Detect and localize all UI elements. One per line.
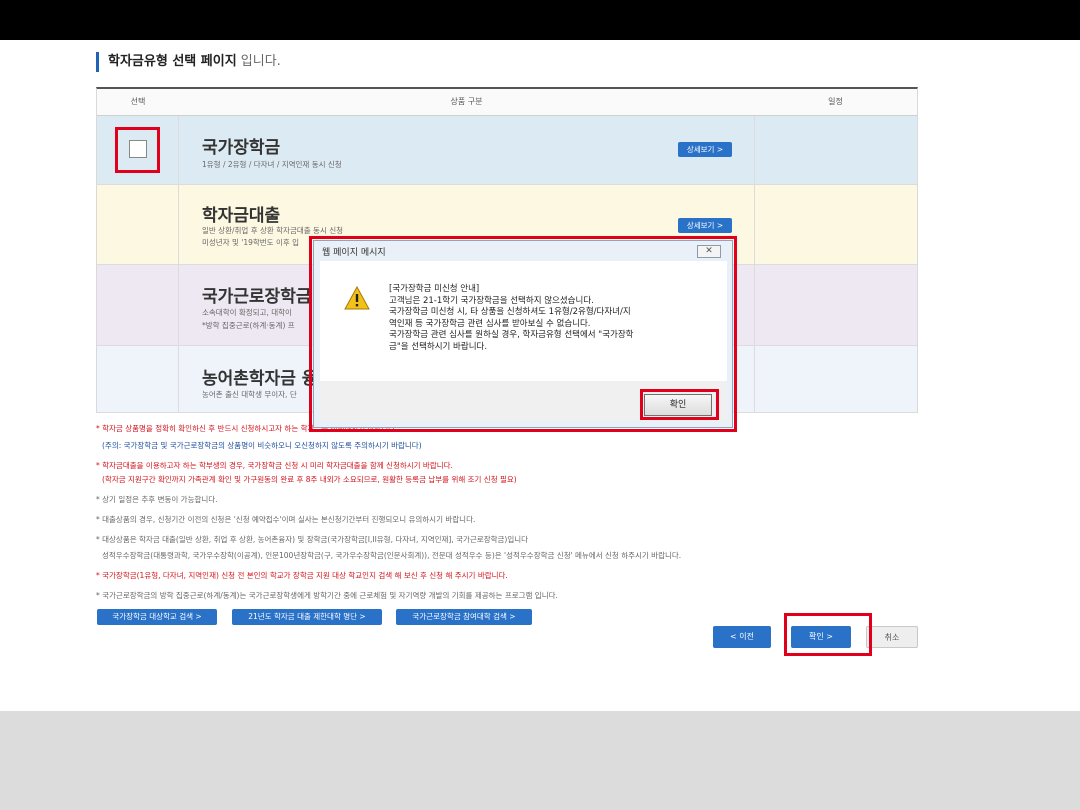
header-schedule: 일정 (828, 97, 843, 106)
note-1b: (주의: 국가장학금 및 국가근로장학금의 상품명이 비슷하오니 오신청하지 않… (102, 441, 422, 450)
note-2b: (학자금 지원구간 확인까지 가족관계 확인 및 가구원동의 완료 후 8주 내… (102, 475, 517, 484)
table-header: 선택 상품 구분 일정 (97, 89, 917, 116)
schedule-cell (754, 346, 917, 412)
scholarship-school-search-button[interactable]: 국가장학금 대상학교 검색 > (97, 609, 217, 625)
note-5: * 대상상품은 학자금 대출(일반 상환, 취업 후 상환, 농어촌융자) 및 … (96, 535, 529, 544)
schedule-cell (754, 265, 917, 345)
note-3: * 상기 일정은 추후 변동이 가능합니다. (96, 495, 218, 504)
highlight-checkbox (115, 127, 160, 173)
product-subtitle: 농어촌 출신 대학생 무이자, 단 (202, 390, 297, 399)
note-2: * 학자금대출을 이용하고자 하는 학부생의 경우, 국가장학금 신청 시 미리… (96, 461, 453, 470)
page-title: 학자금유형 선택 페이지 입니다. (96, 52, 281, 72)
select-cell (97, 346, 179, 412)
cancel-button[interactable]: 취소 (866, 626, 918, 648)
page-title-rest: 입니다. (236, 54, 281, 69)
detail-button[interactable]: 상세보기 > (678, 218, 732, 233)
product-subtitle: 1유형 / 2유형 / 다자녀 / 지역인재 동시 신청 (202, 160, 342, 169)
table-row-national-scholarship: 국가장학금 1유형 / 2유형 / 다자녀 / 지역인재 동시 신청 상세보기 … (97, 116, 917, 185)
product-subtitle-2: *방학 집중근로(하계·동계) 프 (202, 321, 295, 330)
highlight-dialog-ok (640, 389, 719, 420)
bottom-gray-bar (0, 711, 1080, 810)
loan-restricted-list-button[interactable]: 21년도 학자금 대출 제한대학 명단 > (232, 609, 382, 625)
select-cell (97, 185, 179, 264)
product-title: 국가장학금 (202, 138, 281, 158)
product-title: 농어촌학자금 융 (202, 369, 318, 389)
detail-button[interactable]: 상세보기 > (678, 142, 732, 157)
page-title-bold: 학자금유형 선택 페이지 (108, 54, 237, 69)
note-5b: 성적우수장학금(대통령과학, 국가우수장학(이공계), 인문100년장학금(구,… (102, 551, 682, 560)
schedule-cell (754, 116, 917, 184)
note-6: * 국가장학금(1유형, 다자녀, 지역인재) 신청 전 본인의 학교가 장학금… (96, 571, 508, 580)
header-product: 상품 구분 (450, 97, 483, 106)
product-subtitle-2: 미성년자 및 '19학번도 이후 입 (202, 238, 300, 247)
select-cell (97, 265, 179, 345)
top-black-bar (0, 0, 1080, 40)
note-4: * 대출상품의 경우, 신청기간 이전의 신청은 '신청 예약접수'이며 실사는… (96, 515, 476, 524)
product-title: 국가근로장학금 (202, 287, 312, 307)
work-scholarship-school-search-button[interactable]: 국가근로장학금 참여대학 검색 > (396, 609, 532, 625)
schedule-cell (754, 185, 917, 264)
highlight-confirm-button (784, 613, 872, 656)
product-subtitle: 소속대학이 확정되고, 대학이 (202, 308, 292, 317)
note-7: * 국가근로장학금의 방학 집중근로(하계/동계)는 국가근로장학생에게 방학기… (96, 591, 558, 600)
header-select: 선택 (130, 97, 146, 106)
product-title: 학자금대출 (202, 206, 281, 226)
prev-button[interactable]: < 이전 (713, 626, 771, 648)
